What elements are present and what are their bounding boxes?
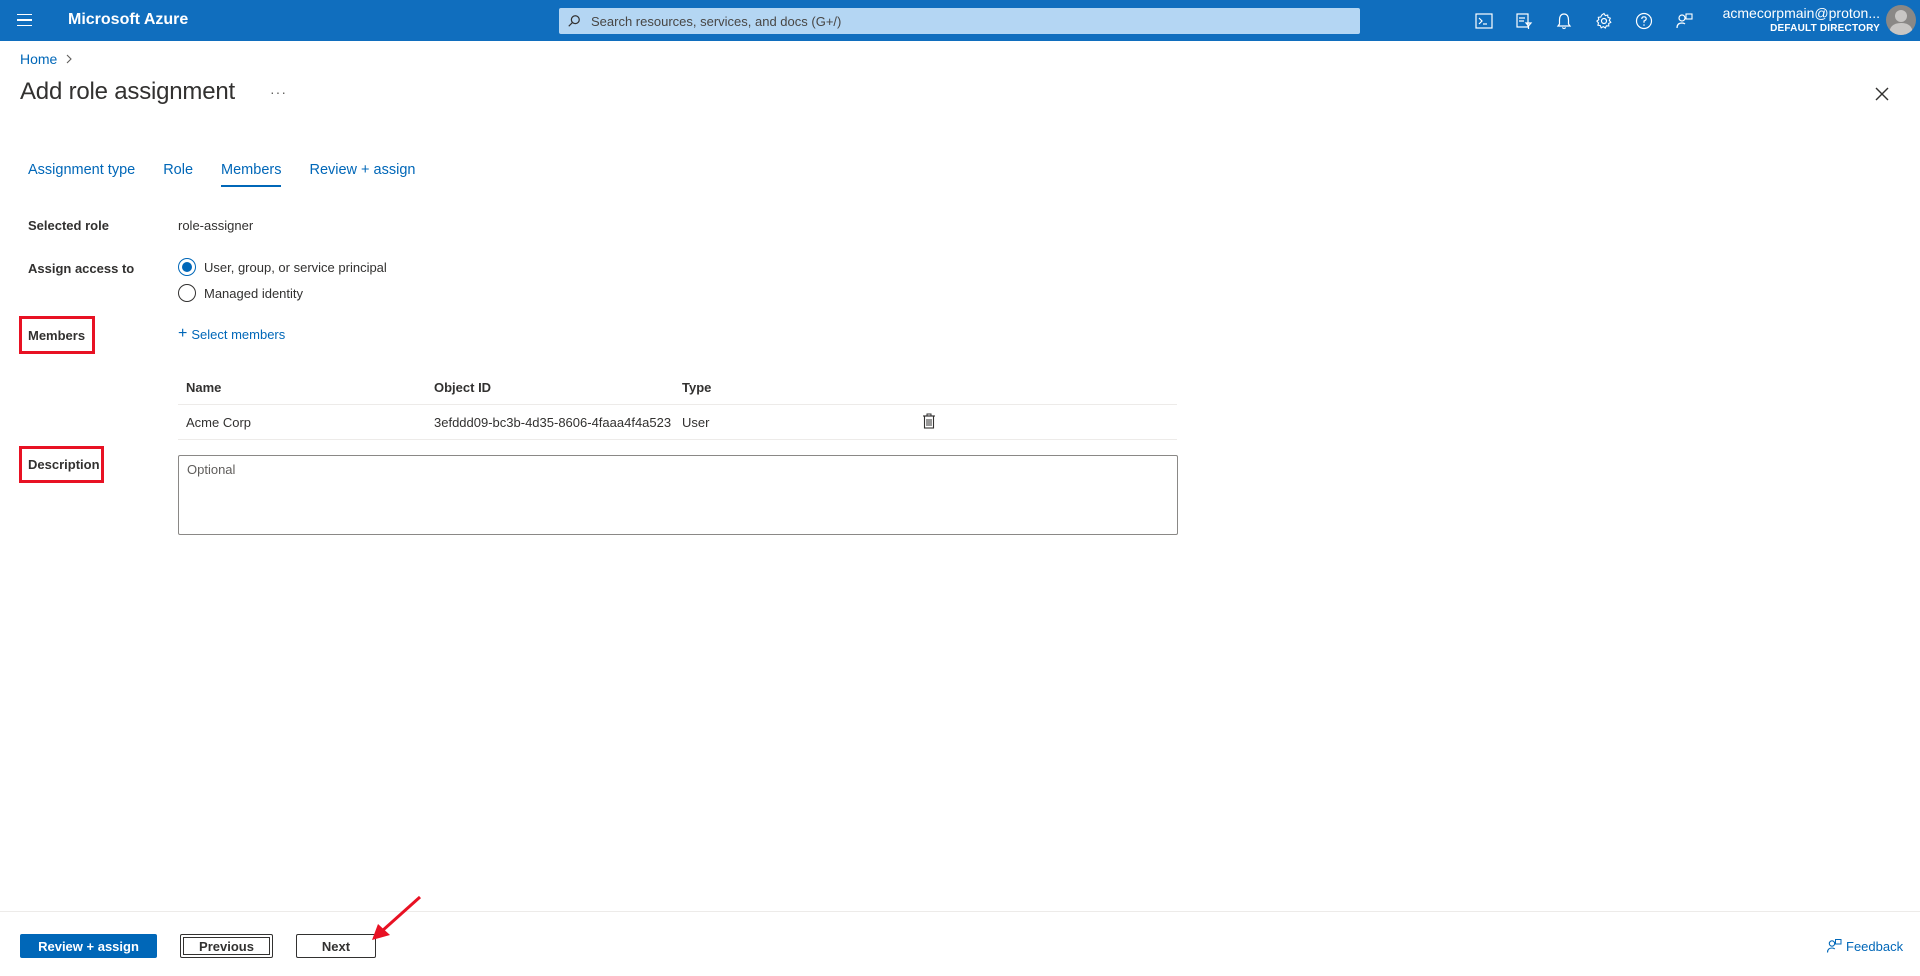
selected-role-value: role-assigner	[178, 218, 254, 233]
previous-button[interactable]: Previous	[180, 934, 273, 958]
tab-review-assign[interactable]: Review + assign	[309, 162, 415, 187]
search-icon	[568, 15, 580, 27]
tab-role[interactable]: Role	[163, 162, 193, 187]
next-button[interactable]: Next	[296, 934, 376, 958]
avatar[interactable]	[1886, 5, 1916, 35]
trash-delete-icon[interactable]	[922, 413, 936, 429]
more-options-button[interactable]: ···	[270, 84, 287, 100]
member-name: Acme Corp	[186, 414, 252, 430]
select-members-link[interactable]: + Select members	[178, 326, 285, 342]
search-input[interactable]	[589, 12, 1329, 30]
feedback-label: Feedback	[1846, 938, 1904, 954]
review-assign-button[interactable]: Review + assign	[20, 934, 157, 958]
radio-label: Managed identity	[204, 285, 304, 301]
table-header: Name Object ID Type	[178, 370, 1177, 405]
member-type: User	[682, 414, 710, 430]
cloud-shell-icon[interactable]	[1464, 8, 1504, 34]
feedback-link[interactable]: Feedback	[1826, 938, 1903, 954]
breadcrumb-home-link[interactable]: Home	[20, 51, 57, 67]
hamburger-menu-icon[interactable]	[12, 8, 36, 32]
feedback-icon	[1826, 939, 1842, 953]
account-directory: DEFAULT DIRECTORY	[1770, 23, 1880, 35]
page-title: Add role assignment	[20, 78, 235, 105]
table-row: Acme Corp 3efddd09-bc3b-4d35-8606-4faaa4…	[178, 405, 1177, 440]
selected-role-label: Selected role	[28, 218, 109, 233]
members-highlight-box	[19, 316, 95, 354]
tab-assignment-type[interactable]: Assignment type	[28, 162, 135, 187]
help-question-icon[interactable]	[1624, 8, 1664, 34]
settings-gear-icon[interactable]	[1584, 8, 1624, 34]
footer-bar: Review + assign Previous Next Feedback	[0, 911, 1920, 976]
directory-filter-icon[interactable]	[1504, 8, 1544, 34]
tab-members[interactable]: Members	[221, 162, 282, 187]
assign-access-label: Assign access to	[28, 261, 135, 276]
top-bar: Microsoft Azure acmecorpmain@proton... D…	[0, 0, 1920, 41]
radio-button-unchecked[interactable]	[178, 284, 196, 302]
description-highlight-box	[19, 446, 104, 483]
select-members-label: Select members	[191, 326, 286, 342]
column-header-object-id: Object ID	[434, 379, 492, 395]
radio-user-group-sp[interactable]: User, group, or service principal	[178, 258, 387, 276]
account-name: acmecorpmain@proton...	[1722, 5, 1880, 21]
breadcrumb: Home	[20, 51, 73, 67]
user-avatar-icon	[1889, 10, 1913, 35]
account-menu[interactable]: acmecorpmain@proton... DEFAULT DIRECTORY	[1700, 5, 1880, 35]
radio-button-checked[interactable]	[178, 258, 196, 276]
column-header-name: Name	[186, 379, 222, 395]
radio-label: User, group, or service principal	[204, 259, 387, 275]
member-object-id: 3efddd09-bc3b-4d35-8606-4faaa4f4a523	[434, 414, 672, 430]
description-textarea[interactable]	[178, 455, 1178, 535]
close-icon[interactable]	[1872, 84, 1892, 104]
chevron-right-icon	[66, 54, 73, 64]
column-header-type: Type	[682, 379, 712, 395]
radio-managed-identity[interactable]: Managed identity	[178, 284, 303, 302]
notifications-bell-icon[interactable]	[1544, 8, 1584, 34]
global-search[interactable]	[559, 8, 1360, 34]
plus-icon: +	[178, 325, 188, 342]
wizard-tabs: Assignment type Role Members Review + as…	[28, 162, 443, 187]
feedback-person-icon[interactable]	[1664, 8, 1704, 34]
brand-title[interactable]: Microsoft Azure	[68, 11, 188, 29]
members-table: Name Object ID Type Acme Corp 3efddd09-b…	[178, 370, 1177, 440]
